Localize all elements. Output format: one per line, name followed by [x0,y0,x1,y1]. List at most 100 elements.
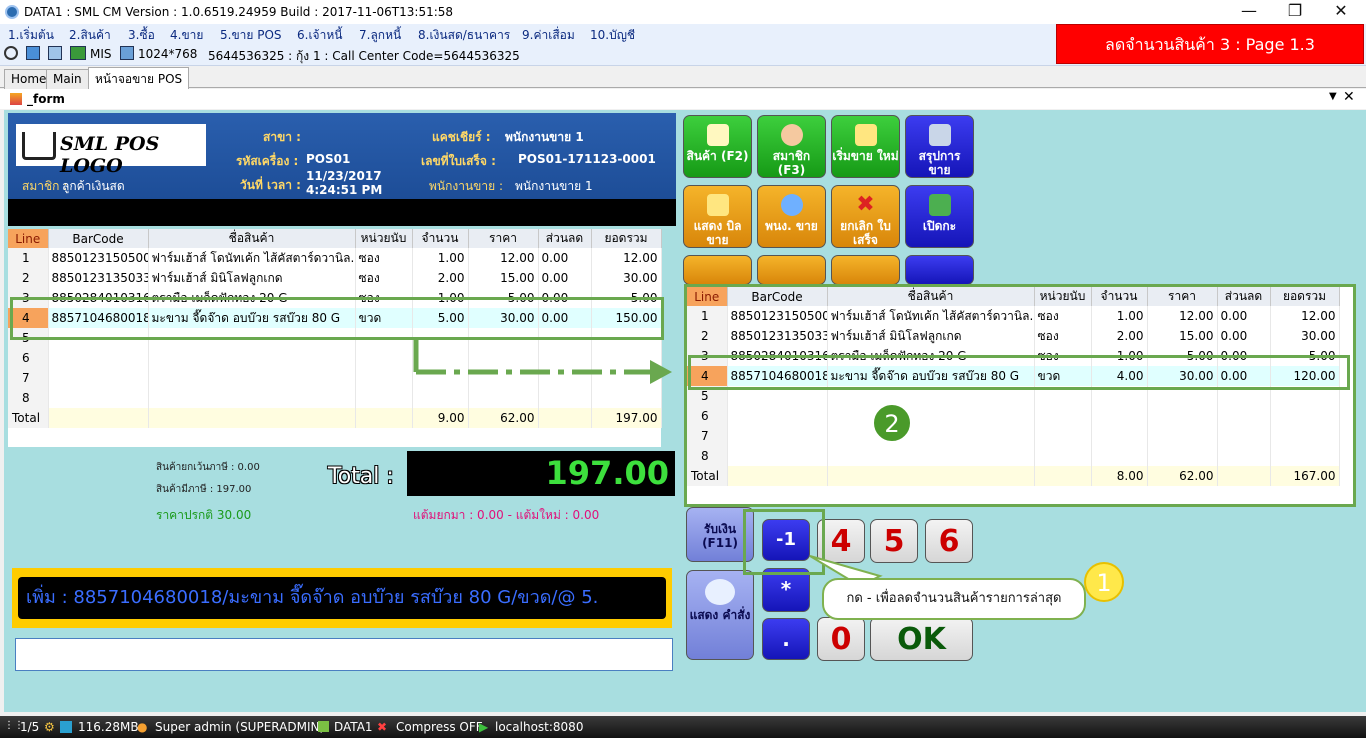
document-icon [928,124,951,146]
col-line[interactable]: Line [8,229,49,248]
col-name: ชื่อสินค้า [827,287,1035,306]
grid-header: Line BarCode ชื่อสินค้า หน่วยนับ จำนวน ร… [687,287,1340,306]
col-line: Line [687,287,728,306]
compress-icon: ✖ [377,720,388,734]
clock-icon[interactable] [4,46,18,60]
col-total: ยอดรวม [1270,287,1340,306]
menu-debtors[interactable]: 7.ลูกหนี้ [359,26,401,45]
dropdown-arrow-icon[interactable]: ▼ [1329,91,1337,102]
highlight-row-box [10,297,664,340]
col-price: ราคา [1147,287,1218,306]
window-icon[interactable] [26,46,40,60]
close-icon[interactable]: ✕ [1318,0,1364,24]
sales-summary-button[interactable]: สรุปการ ขาย [905,115,974,178]
form-icon [10,93,22,105]
normal-price: ราคาปรกติ 30.00 [156,508,252,522]
app-icon [5,5,19,19]
cell-discount: 0.00 [538,248,592,268]
table-row[interactable]: 1 8850123150500 ฟาร์มเฮ้าส์ โดนัทเค้ก ไส… [8,248,662,268]
highlight-row-box-after [688,355,1350,390]
table-row[interactable]: 8 [8,388,662,408]
cell-name: ฟาร์มเฮ้าส์ มินิโลฟลูกเกด [148,268,356,288]
total-price: 62.00 [468,408,539,428]
cell-name: ฟาร์มเฮ้าส์ มินิโลฟลูกเกด [827,326,1035,346]
col-barcode[interactable]: BarCode [48,229,149,248]
resolution-label[interactable]: 1024*768 [138,47,197,61]
total-row: Total 9.00 62.00 197.00 [8,408,662,428]
col-unit[interactable]: หน่วยนับ [355,229,413,248]
cell-discount: 0.00 [538,268,592,288]
total-price: 62.00 [1147,466,1218,486]
title-bar: DATA1 : SML CM Version : 1.0.6519.24959 … [0,0,1366,24]
product-button[interactable]: สินค้า (F2) [683,115,752,178]
edit-button-1[interactable] [683,255,752,285]
form-close-icon[interactable]: ✕ [1343,89,1355,105]
edit-button-2[interactable] [757,255,826,285]
new-sale-button[interactable]: เริ่มขาย ใหม่ [831,115,900,178]
cell-line: 6 [687,406,728,426]
cell-line: 6 [8,348,49,368]
delete-button[interactable] [831,255,900,285]
total-amount: 197.00 [591,408,662,428]
cell-barcode: 8850123135033 [727,326,828,346]
cell-total: 30.00 [591,268,662,288]
cell-line: 8 [8,388,49,408]
step-2-marker: 2 [872,403,912,443]
table-row[interactable]: 2 8850123135033 ฟาร์มเฮ้าส์ มินิโลฟลูกเก… [8,268,662,288]
user-button[interactable] [905,255,974,285]
col-discount[interactable]: ส่วนลด [538,229,592,248]
vat-items: สินค้ามีภาษี : 197.00 [156,484,252,495]
receipt-value: POS01-171123-0001 [518,152,656,166]
cashier-value: พนักงานขาย 1 [505,130,584,144]
menu-cash-bank[interactable]: 8.เงินสด/ธนาคาร [418,26,510,45]
cell-line: 8 [687,446,728,466]
menu-start[interactable]: 1.เริ่มต้น [8,26,54,45]
digit-0-button[interactable]: 0 [817,617,865,661]
col-name[interactable]: ชื่อสินค้า [148,229,356,248]
menu-sale[interactable]: 4.ขาย [170,26,203,45]
menu-accounting[interactable]: 10.บัญชี [590,26,635,45]
cell-line: 1 [687,306,728,326]
cancel-receipt-button[interactable]: ✖ ยกเลิก ใบเสร็จ [831,185,900,248]
grid-icon[interactable] [48,46,62,60]
tab-main[interactable]: Main [46,69,89,89]
cell-name: ฟาร์มเฮ้าส์ โดนัทเค้ก ไส้คัสตาร์ดวานิล.. [827,306,1035,326]
decimal-button[interactable]: . [762,618,810,660]
minimize-icon[interactable]: — [1226,0,1272,24]
digit-6-button[interactable]: 6 [925,519,973,563]
table-row: 7 [687,426,1340,446]
salesperson-button[interactable]: พนง. ขาย [757,185,826,248]
cell-discount: 0.00 [1217,306,1271,326]
col-price[interactable]: ราคา [468,229,539,248]
chart-icon[interactable] [70,46,86,60]
restore-icon[interactable]: ❐ [1272,0,1318,24]
col-qty[interactable]: จำนวน [412,229,469,248]
ok-button[interactable]: OK [870,617,973,661]
total-label: Total [687,466,728,486]
barcode-input[interactable] [15,638,673,671]
menu-purchase[interactable]: 3.ซื้อ [128,26,155,45]
open-shift-button[interactable]: เปิดกะ [905,185,974,248]
menu-products[interactable]: 2.สินค้า [69,26,111,45]
compress-status: Compress OFF [396,720,483,734]
cell-qty: 1.00 [1091,306,1148,326]
date-value: 11/23/2017 [306,169,382,183]
arrow-annotation [413,340,672,384]
database-icon [318,721,329,732]
total-qty: 8.00 [1091,466,1148,486]
mis-label[interactable]: MIS [90,47,112,61]
col-total[interactable]: ยอดรวม [591,229,662,248]
picture-icon[interactable] [120,46,134,60]
total-amount: 167.00 [1270,466,1340,486]
logo: SML POS LOGO [16,124,206,177]
last-action-marquee: เพิ่ม : 8857104680018/มะขาม จี๊ดจ๊าด อบบ… [18,577,666,619]
cashier-label: แคชเชียร์ : [432,130,491,144]
menu-sale-pos[interactable]: 5.ขาย POS [220,26,282,45]
member-button[interactable]: สมาชิก (F3) [757,115,826,178]
menu-creditors[interactable]: 6.เจ้าหนี้ [297,26,342,45]
show-commands-button[interactable]: แสดง คำสั่ง [686,570,754,660]
menu-depreciation[interactable]: 9.ค่าเสื่อม [522,26,575,45]
show-bill-button[interactable]: แสดง บิลขาย [683,185,752,248]
tab-pos[interactable]: หน้าจอขาย POS [88,67,190,89]
server-address: localhost:8080 [495,720,584,734]
